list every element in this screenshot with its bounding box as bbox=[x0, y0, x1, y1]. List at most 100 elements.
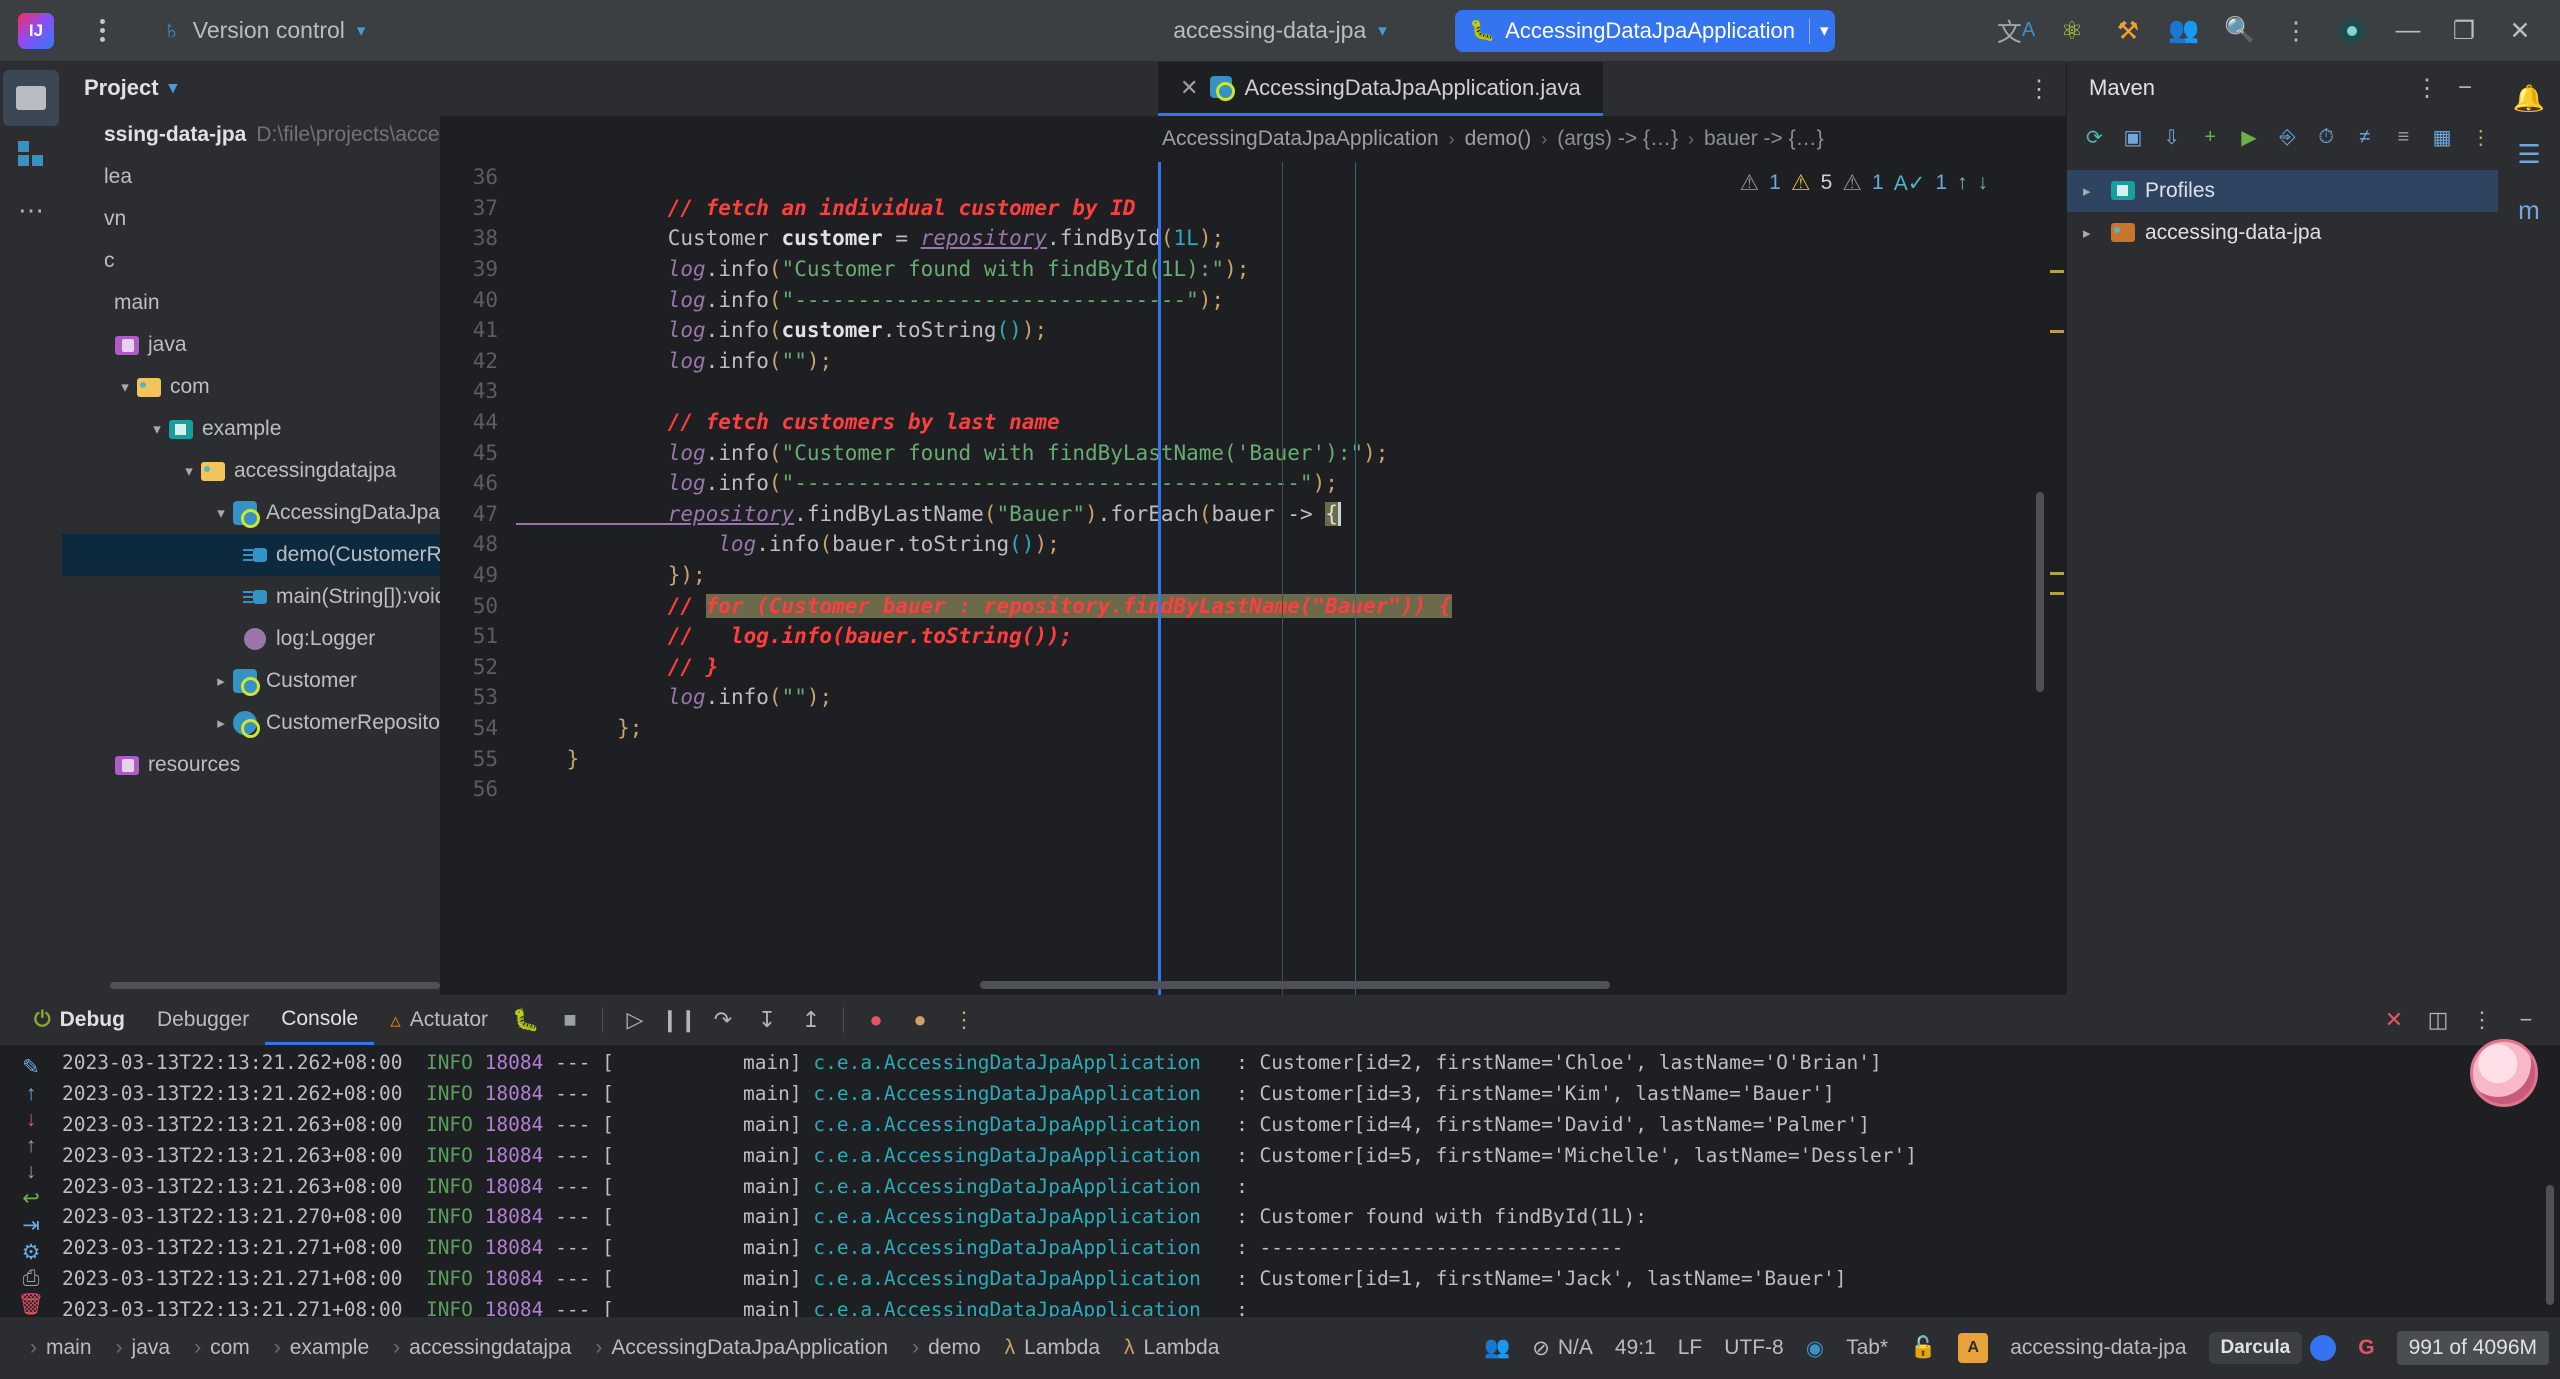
status-breadcrumb-item[interactable]: λLambda bbox=[1112, 1336, 1231, 1360]
tree-row-demo-method[interactable]: demo(CustomerRepository):CommandLineRunn… bbox=[62, 534, 440, 576]
edit-icon[interactable]: ✎ bbox=[8, 1055, 54, 1080]
minimize-button[interactable]: — bbox=[2380, 5, 2436, 57]
stop-icon[interactable]: ■ bbox=[548, 998, 592, 1042]
more-vertical-icon[interactable]: ⋮ bbox=[2268, 5, 2324, 57]
code-line[interactable]: 56 bbox=[440, 774, 2066, 805]
tree-row[interactable]: main bbox=[62, 282, 440, 324]
chevron-down-icon[interactable]: ▾ bbox=[114, 378, 136, 396]
tree-row-resources[interactable]: resources bbox=[62, 744, 440, 786]
code-line[interactable]: 41 log.info(customer.toString()); bbox=[440, 315, 2066, 346]
atom-icon[interactable]: ⚛ bbox=[2044, 5, 2100, 57]
search-icon[interactable]: 🔍 bbox=[2212, 5, 2268, 57]
code-line[interactable]: 43 bbox=[440, 376, 2066, 407]
show-diagram-icon[interactable]: ▦ bbox=[2425, 119, 2460, 155]
tree-row-accessingdatajpa[interactable]: ▾ accessingdatajpa bbox=[62, 450, 440, 492]
tree-row-application-class[interactable]: ▾ AccessingDataJpaApplication bbox=[62, 492, 440, 534]
step-out-icon[interactable]: ↥ bbox=[789, 998, 833, 1042]
chevron-right-icon[interactable]: ▸ bbox=[210, 672, 232, 690]
status-breadcrumb-item[interactable]: ›example bbox=[262, 1336, 381, 1360]
code-line[interactable]: 46 log.info("---------------------------… bbox=[440, 468, 2066, 499]
minimize-icon[interactable]: − bbox=[2446, 74, 2484, 102]
execute-goal-icon[interactable]: ⎆ bbox=[2270, 119, 2305, 155]
code-line[interactable]: 51 // log.info(bauer.toString()); bbox=[440, 621, 2066, 652]
code-line[interactable]: 42 log.info(""); bbox=[440, 346, 2066, 377]
tree-row-com[interactable]: ▾ com bbox=[62, 366, 440, 408]
code-line[interactable]: 53 log.info(""); bbox=[440, 682, 2066, 713]
mute-breakpoints-icon[interactable]: ● bbox=[854, 998, 898, 1042]
code-line[interactable]: 37 // fetch an individual customer by ID bbox=[440, 193, 2066, 224]
breadcrumb-item-method[interactable]: demo() bbox=[1465, 127, 1532, 151]
resume-icon[interactable]: ▷ bbox=[613, 998, 657, 1042]
rerun-debug-icon[interactable]: 🐛 bbox=[504, 998, 548, 1042]
breadcrumb-item-class[interactable]: AccessingDataJpaApplication bbox=[1162, 127, 1439, 151]
tree-row-log-field[interactable]: log:Logger bbox=[62, 618, 440, 660]
more-vertical-icon[interactable]: ⋮ bbox=[942, 998, 986, 1042]
code-line[interactable]: 40 log.info("---------------------------… bbox=[440, 284, 2066, 315]
more-vertical-icon[interactable]: ⋮ bbox=[2408, 74, 2446, 103]
breadcrumb-item-lambda2[interactable]: bauer -> {…} bbox=[1704, 127, 1824, 151]
scroll-end-icon[interactable]: ⇥ bbox=[8, 1213, 54, 1238]
chevron-down-icon[interactable]: ▾ bbox=[210, 504, 232, 522]
status-project-name[interactable]: accessing-data-jpa bbox=[1999, 1336, 2197, 1360]
version-control-widget[interactable]: ♄ Version control ▾ bbox=[162, 16, 365, 45]
chevron-right-icon[interactable]: ▸ bbox=[2083, 224, 2101, 242]
more-vertical-icon[interactable]: ⋮ bbox=[2463, 119, 2498, 155]
record-icon[interactable] bbox=[2324, 5, 2380, 57]
theme-switcher[interactable]: Darcula bbox=[2198, 1332, 2348, 1364]
people-icon[interactable]: 👥 bbox=[2156, 5, 2212, 57]
tab-debugger[interactable]: Debugger bbox=[141, 995, 265, 1045]
print-icon[interactable]: ⎙ bbox=[8, 1267, 54, 1291]
chevron-right-icon[interactable]: ▸ bbox=[210, 714, 232, 732]
run-icon[interactable]: ▶ bbox=[2232, 119, 2267, 155]
tab-actuator[interactable]: ▵ Actuator bbox=[374, 995, 504, 1045]
step-into-icon[interactable]: ↧ bbox=[745, 998, 789, 1042]
avatar[interactable] bbox=[2470, 1039, 2538, 1107]
scroll-up-icon[interactable]: ↑ bbox=[8, 1134, 54, 1158]
chevron-down-icon[interactable]: ▾ bbox=[178, 462, 200, 480]
code-line[interactable]: 44 // fetch customers by last name bbox=[440, 407, 2066, 438]
translate-icon[interactable]: 文A bbox=[1988, 5, 2044, 57]
up-icon[interactable]: ↑ bbox=[8, 1082, 54, 1106]
add-plugin-icon[interactable]: ▣ bbox=[2116, 119, 2151, 155]
editor-vertical-scrollbar[interactable] bbox=[2036, 492, 2044, 692]
structure-tool-button[interactable] bbox=[3, 126, 59, 182]
maven-tree-item-project[interactable]: ▸ accessing-data-jpa bbox=[2067, 212, 2498, 254]
tree-row[interactable]: lea bbox=[62, 156, 440, 198]
tree-horizontal-scrollbar[interactable] bbox=[110, 982, 440, 989]
close-icon[interactable]: ✕ bbox=[2372, 998, 2416, 1042]
caret-position[interactable]: 49:1 bbox=[1604, 1336, 1667, 1360]
code-line[interactable]: 45 log.info("Customer found with findByL… bbox=[440, 437, 2066, 468]
run-configuration-selector[interactable]: 🐛 AccessingDataJpaApplication ▾ bbox=[1455, 10, 1835, 52]
maximize-button[interactable]: ❐ bbox=[2436, 5, 2492, 57]
code-line[interactable]: 47 repository.findByLastName("Bauer").fo… bbox=[440, 499, 2066, 530]
console-vertical-scrollbar[interactable] bbox=[2546, 1185, 2554, 1305]
main-menu-button[interactable] bbox=[82, 19, 122, 42]
indent-setting[interactable]: Tab* bbox=[1835, 1336, 1899, 1360]
project-panel-header[interactable]: Project ▾ bbox=[62, 62, 440, 114]
error-stripe[interactable] bbox=[2044, 162, 2066, 967]
tree-row[interactable]: vn bbox=[62, 198, 440, 240]
inspection-widget[interactable]: ⊘N/A bbox=[1521, 1336, 1604, 1361]
unlock-icon[interactable]: 🔓 bbox=[1899, 1336, 1947, 1360]
editor-tab-accessingdatajpaapplication[interactable]: ✕ AccessingDataJpaApplication.java bbox=[1158, 62, 1603, 116]
chevron-down-icon[interactable]: ▾ bbox=[146, 420, 168, 438]
refresh-icon[interactable]: ⟳ bbox=[2077, 119, 2112, 155]
status-breadcrumb-item[interactable]: λLambda bbox=[993, 1336, 1112, 1360]
analyze-icon[interactable]: A bbox=[1947, 1333, 1999, 1363]
view-breakpoints-icon[interactable]: ● bbox=[898, 998, 942, 1042]
debug-tool-window-label[interactable]: ⏻ Debug bbox=[18, 995, 141, 1045]
notifications-icon[interactable]: 🔔 bbox=[2501, 70, 2557, 126]
tree-row-customer-repository[interactable]: ▸ CustomerRepository bbox=[62, 702, 440, 744]
collapse-icon[interactable]: ≡ bbox=[2386, 119, 2421, 155]
step-over-icon[interactable]: ↷ bbox=[701, 998, 745, 1042]
database-icon[interactable]: ☰ bbox=[2501, 126, 2557, 182]
status-breadcrumb-item[interactable]: ›main bbox=[18, 1336, 104, 1360]
status-breadcrumb-item[interactable]: ›accessingdatajpa bbox=[381, 1336, 583, 1360]
pause-icon[interactable]: ❙❙ bbox=[657, 998, 701, 1042]
code-line[interactable]: 50 // for (Customer bauer : repository.f… bbox=[440, 590, 2066, 621]
code-line[interactable]: 52 // } bbox=[440, 652, 2066, 683]
tree-row-root[interactable]: ssing-data-jpa D:\file\projects\accessin… bbox=[62, 114, 440, 156]
maven-icon[interactable]: m bbox=[2501, 182, 2557, 238]
code-editor[interactable]: 3637 // fetch an individual customer by … bbox=[440, 162, 2066, 995]
file-encoding[interactable]: UTF-8 bbox=[1713, 1336, 1795, 1360]
